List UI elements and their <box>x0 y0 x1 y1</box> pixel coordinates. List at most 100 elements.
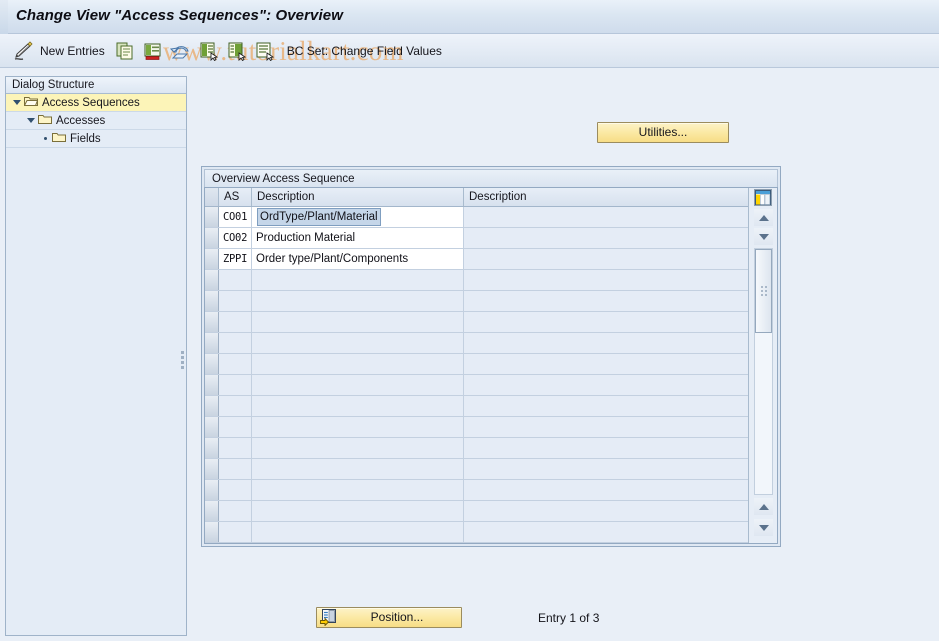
cell-as[interactable] <box>219 501 252 521</box>
cell-description-1[interactable] <box>252 438 464 458</box>
cell-description-1[interactable] <box>252 543 464 544</box>
scroll-page-down-button[interactable] <box>754 519 773 536</box>
cell-description-2[interactable] <box>464 522 749 542</box>
row-selector-button[interactable] <box>205 417 219 437</box>
table-row[interactable]: ZPPI Order type/Plant/Components <box>205 249 750 270</box>
vertical-scrollbar-thumb[interactable] <box>755 249 772 333</box>
cell-description-2[interactable] <box>464 417 749 437</box>
table-row-empty[interactable] <box>205 354 750 375</box>
cell-as[interactable]: CO01 <box>219 207 252 227</box>
cell-description-1[interactable] <box>252 270 464 290</box>
cell-description-1[interactable] <box>252 312 464 332</box>
scroll-page-up-button[interactable] <box>754 498 773 515</box>
cell-description-2[interactable] <box>464 249 749 269</box>
cell-description-2[interactable] <box>464 291 749 311</box>
cell-description-2[interactable] <box>464 207 749 227</box>
row-selector-button[interactable] <box>205 228 219 248</box>
bc-set-change-field-values-label[interactable]: BC Set: Change Field Values <box>287 44 442 58</box>
row-selector-button[interactable] <box>205 501 219 521</box>
twisty-expanded-icon[interactable] <box>10 100 24 105</box>
cell-description-2[interactable] <box>464 270 749 290</box>
column-header-selector[interactable] <box>205 188 219 206</box>
cell-description-1[interactable] <box>252 480 464 500</box>
cell-description-1[interactable] <box>252 417 464 437</box>
column-header-description-2[interactable]: Description <box>464 188 749 206</box>
cell-description-1[interactable] <box>252 375 464 395</box>
cell-as[interactable] <box>219 417 252 437</box>
scroll-up-button[interactable] <box>754 209 773 226</box>
cell-description-1[interactable]: OrdType/Plant/Material <box>252 207 464 227</box>
deselect-all-icon[interactable] <box>224 38 250 64</box>
tree-item-access-sequences[interactable]: Access Sequences <box>6 94 186 112</box>
cell-description-2[interactable] <box>464 396 749 416</box>
cell-description-2[interactable] <box>464 228 749 248</box>
new-entries-label[interactable]: New Entries <box>40 44 105 58</box>
table-row-empty[interactable] <box>205 522 750 543</box>
row-selector-button[interactable] <box>205 354 219 374</box>
position-button[interactable]: Position... <box>316 607 462 628</box>
cell-description-2[interactable] <box>464 501 749 521</box>
column-header-description-1[interactable]: Description <box>252 188 464 206</box>
cell-as[interactable] <box>219 270 252 290</box>
table-row-empty[interactable] <box>205 270 750 291</box>
cell-as[interactable] <box>219 354 252 374</box>
table-row-empty[interactable] <box>205 543 750 544</box>
table-row-empty[interactable] <box>205 438 750 459</box>
cell-description-1[interactable] <box>252 522 464 542</box>
twisty-expanded-icon[interactable] <box>24 118 38 123</box>
row-selector-button[interactable] <box>205 522 219 542</box>
vertical-scrollbar-track[interactable] <box>754 248 773 495</box>
cell-as[interactable] <box>219 375 252 395</box>
cell-description-2[interactable] <box>464 459 749 479</box>
cell-description-2[interactable] <box>464 333 749 353</box>
column-config-icon[interactable] <box>754 189 772 206</box>
cell-description-1[interactable]: Production Material <box>252 228 464 248</box>
table-row-empty[interactable] <box>205 291 750 312</box>
cell-description-1[interactable] <box>252 354 464 374</box>
cell-as[interactable] <box>219 396 252 416</box>
pencil-edit-icon[interactable] <box>11 38 37 64</box>
table-row-empty[interactable] <box>205 312 750 333</box>
row-selector-button[interactable] <box>205 459 219 479</box>
table-row-empty[interactable] <box>205 375 750 396</box>
row-selector-button[interactable] <box>205 291 219 311</box>
row-selector-button[interactable] <box>205 312 219 332</box>
panel-splitter-handle[interactable] <box>179 345 185 375</box>
cell-as[interactable] <box>219 333 252 353</box>
table-row-empty[interactable] <box>205 480 750 501</box>
tree-item-fields[interactable]: Fields <box>6 130 186 148</box>
cell-description-1[interactable] <box>252 501 464 521</box>
table-row-empty[interactable] <box>205 333 750 354</box>
table-row-empty[interactable] <box>205 396 750 417</box>
cell-description-2[interactable] <box>464 354 749 374</box>
cell-description-2[interactable] <box>464 543 749 544</box>
cell-description-1[interactable] <box>252 459 464 479</box>
utilities-button[interactable]: Utilities... <box>597 122 729 143</box>
cell-as[interactable] <box>219 480 252 500</box>
cell-description-1[interactable] <box>252 333 464 353</box>
row-selector-button[interactable] <box>205 396 219 416</box>
row-selector-button[interactable] <box>205 375 219 395</box>
cell-description-1[interactable] <box>252 396 464 416</box>
cell-as[interactable]: CO02 <box>219 228 252 248</box>
delete-row-icon[interactable] <box>140 38 166 64</box>
scroll-down-button[interactable] <box>754 228 773 245</box>
cell-description-1[interactable] <box>252 291 464 311</box>
tree-item-accesses[interactable]: Accesses <box>6 112 186 130</box>
table-row[interactable]: CO02 Production Material <box>205 228 750 249</box>
cell-description-1[interactable]: Order type/Plant/Components <box>252 249 464 269</box>
table-row-empty[interactable] <box>205 459 750 480</box>
row-selector-button[interactable] <box>205 333 219 353</box>
cell-as[interactable] <box>219 543 252 544</box>
row-selector-button[interactable] <box>205 438 219 458</box>
cell-description-2[interactable] <box>464 312 749 332</box>
cell-as[interactable] <box>219 522 252 542</box>
cell-description-2[interactable] <box>464 480 749 500</box>
undo-icon[interactable] <box>168 38 194 64</box>
row-selector-button[interactable] <box>205 249 219 269</box>
cell-as[interactable] <box>219 438 252 458</box>
row-selector-button[interactable] <box>205 480 219 500</box>
cell-description-2[interactable] <box>464 375 749 395</box>
table-row-empty[interactable] <box>205 417 750 438</box>
cell-description-2[interactable] <box>464 438 749 458</box>
